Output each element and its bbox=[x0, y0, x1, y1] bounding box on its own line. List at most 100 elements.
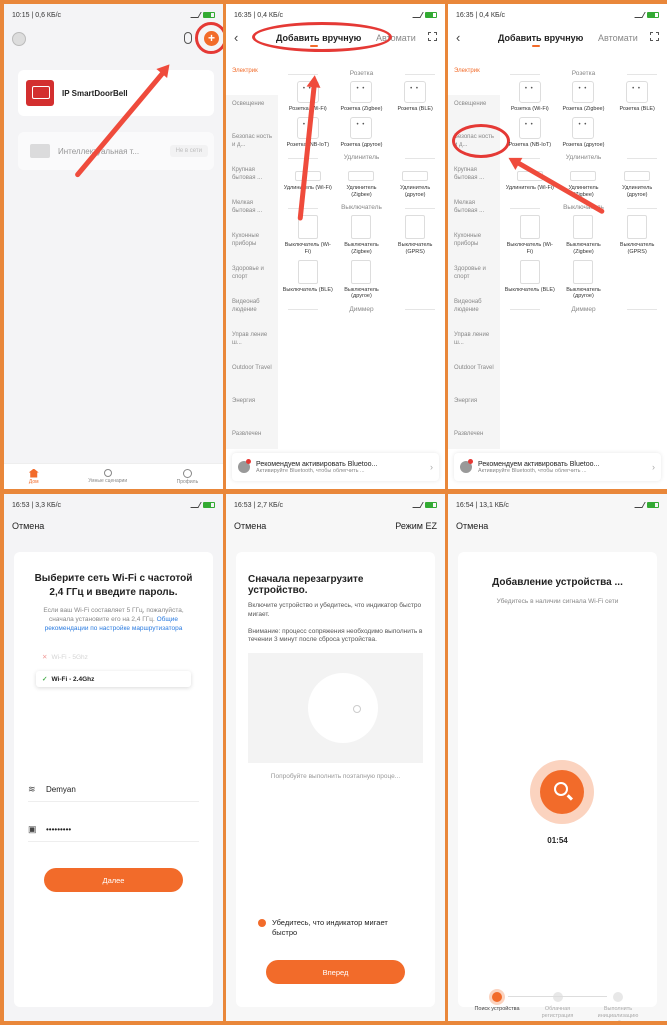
bluetooth-recommendation[interactable]: Рекомендуем активировать Bluetoo... Акти… bbox=[454, 453, 661, 481]
led-indicator bbox=[353, 705, 361, 714]
category-item[interactable]: Энергия bbox=[226, 392, 278, 425]
category-item[interactable]: Здоровье и спорт bbox=[448, 260, 500, 293]
status-bar: 16:54 | 13,1 КБ/с bbox=[448, 494, 667, 516]
device-tile[interactable]: Выключатель (другое) bbox=[336, 259, 388, 300]
tab-add-manual[interactable]: Добавить вручную bbox=[498, 33, 583, 47]
section-header: Удлинитель bbox=[504, 154, 663, 161]
step-guide-link[interactable]: Попробуйте выполнить поэтапную проце... bbox=[236, 773, 435, 780]
device-tile[interactable]: Розетка (Zigbee) bbox=[558, 81, 610, 113]
scan-icon[interactable] bbox=[650, 32, 659, 41]
nav-scenes[interactable]: Умные сценарии bbox=[88, 469, 127, 484]
category-item[interactable]: Outdoor Travel bbox=[226, 359, 278, 392]
panel-add-manual: 16:35 | 0,4 КБ/с ‹ Добавить вручную Авто… bbox=[226, 4, 445, 489]
device-tile[interactable]: Выключатель (GPRS) bbox=[389, 215, 441, 255]
cancel-button[interactable]: Отмена bbox=[234, 521, 266, 531]
confirm-checkbox[interactable]: Убедитесь, что индикатор мигает быстро bbox=[258, 918, 413, 938]
wifi-5ghz-row: ✕ Wi-Fi - 5Ghz bbox=[36, 649, 191, 666]
status-time: 16:53 | 3,3 КБ/с bbox=[12, 501, 62, 509]
power-strip-icon bbox=[570, 171, 597, 182]
device-tile[interactable]: Выключатель (Wi-Fi) bbox=[282, 215, 334, 255]
category-item[interactable]: Освещение bbox=[226, 95, 278, 128]
wifi-password-field[interactable]: ▣ ••••••••• bbox=[28, 818, 199, 842]
device-tile[interactable]: Удлинитель (другое) bbox=[389, 165, 441, 198]
device-tile[interactable]: Выключатель (GPRS) bbox=[611, 215, 663, 255]
device-tile[interactable]: Розетка (другое) bbox=[558, 116, 610, 149]
device-tile[interactable]: Розетка (другое) bbox=[336, 116, 388, 149]
category-item[interactable]: Мелкая бытовая ... bbox=[448, 194, 500, 227]
mode-switch[interactable]: Режим EZ bbox=[395, 521, 437, 531]
category-item[interactable]: Электрик bbox=[226, 62, 278, 95]
device-tile[interactable]: Удлинитель (Wi-Fi) bbox=[282, 165, 334, 198]
back-arrow-icon[interactable]: ‹ bbox=[234, 30, 238, 45]
device-tile[interactable]: Розетка (BLE) bbox=[389, 81, 441, 113]
sun-icon bbox=[103, 469, 112, 477]
device-tile[interactable]: Удлинитель (Zigbee) bbox=[336, 165, 388, 198]
battery-icon bbox=[425, 502, 437, 508]
reset-card: Сначала перезагрузите устройство. Включи… bbox=[236, 552, 435, 1007]
device-tile[interactable]: Выключатель (BLE) bbox=[504, 259, 556, 300]
adding-topnav: Отмена bbox=[448, 516, 667, 536]
socket-icon bbox=[572, 116, 595, 139]
instruction-text: Включите устройство и убедитесь, что инд… bbox=[248, 602, 422, 618]
category-item[interactable]: Видеонаб людение bbox=[448, 293, 500, 326]
device-tile[interactable]: Выключатель (другое) bbox=[558, 259, 610, 300]
switch-icon bbox=[351, 215, 372, 240]
panel-adding-device: 16:54 | 13,1 КБ/с Отмена Добавление устр… bbox=[448, 494, 667, 1021]
wifi-illustration: ✕ Wi-Fi - 5Ghz ✓ Wi-Fi - 2.4Ghz bbox=[36, 647, 191, 717]
page-title: Сначала перезагрузите устройство. bbox=[248, 574, 364, 596]
switch-icon bbox=[519, 259, 540, 284]
device-tile[interactable]: Выключатель (BLE) bbox=[282, 259, 334, 300]
tab-auto-scan[interactable]: Автомати bbox=[598, 33, 638, 43]
category-item[interactable]: Управ ление ш... bbox=[448, 326, 500, 359]
category-sidebar: Электрик Освещение Безопас ность и д... … bbox=[226, 62, 278, 449]
category-item[interactable]: Outdoor Travel bbox=[448, 359, 500, 392]
category-item[interactable]: Энергия bbox=[448, 392, 500, 425]
nav-profile[interactable]: Профиль bbox=[177, 468, 198, 485]
annotation-circle bbox=[195, 22, 223, 54]
socket-icon bbox=[626, 81, 649, 103]
category-item[interactable]: Здоровье и спорт bbox=[226, 260, 278, 293]
device-tile[interactable]: Выключатель (Zigbee) bbox=[558, 215, 610, 255]
wifi-topnav: Отмена bbox=[4, 516, 223, 536]
device-tile[interactable]: Выключатель (Wi-Fi) bbox=[504, 215, 556, 255]
cancel-button[interactable]: Отмена bbox=[456, 521, 488, 531]
wifi-icon: ≋ bbox=[28, 784, 36, 794]
category-item[interactable]: Управ ление ш... bbox=[226, 326, 278, 359]
cancel-button[interactable]: Отмена bbox=[12, 521, 44, 531]
check-icon: ✓ bbox=[42, 676, 48, 684]
battery-icon bbox=[203, 12, 215, 18]
device-card-offline[interactable]: Интеллектуальная т... Не в сети bbox=[18, 132, 214, 170]
next-button[interactable]: Далее bbox=[44, 868, 183, 892]
device-tile[interactable]: Розетка (Zigbee) bbox=[336, 81, 388, 113]
category-item[interactable]: Освещение bbox=[448, 95, 500, 128]
home-topbar: + bbox=[4, 22, 223, 54]
cross-icon: ✕ bbox=[42, 654, 48, 662]
nav-home[interactable]: Дом bbox=[28, 468, 39, 485]
device-tile[interactable]: Удлинитель (другое) bbox=[611, 165, 663, 198]
device-catalog: Розетка Розетка (Wi-Fi) Розетка (Zigbee)… bbox=[504, 66, 663, 317]
back-arrow-icon[interactable]: ‹ bbox=[456, 30, 460, 45]
scan-icon[interactable] bbox=[428, 32, 437, 41]
wifi-ssid-field[interactable]: ≋ Demyan bbox=[28, 778, 199, 802]
category-item[interactable]: Видеонаб людение bbox=[226, 293, 278, 326]
forward-button[interactable]: Вперед bbox=[266, 960, 405, 984]
category-item[interactable]: Мелкая бытовая ... bbox=[226, 194, 278, 227]
category-item[interactable]: Кухонные приборы bbox=[448, 227, 500, 260]
device-card-doorbell[interactable]: IP SmartDoorBell bbox=[18, 70, 214, 116]
device-tile[interactable]: Розетка (BLE) bbox=[611, 81, 663, 113]
category-item[interactable]: Электрик bbox=[448, 62, 500, 95]
bluetooth-recommendation[interactable]: Рекомендуем активировать Bluetoo... Акти… bbox=[232, 453, 439, 481]
battery-icon bbox=[647, 12, 659, 18]
category-item[interactable]: Безопас ность и д... bbox=[226, 128, 278, 161]
annotation-circle bbox=[252, 22, 392, 52]
category-item[interactable]: Кухонные приборы bbox=[226, 227, 278, 260]
device-tile[interactable]: Розетка (Wi-Fi) bbox=[504, 81, 556, 113]
category-item[interactable]: Крупная бытовая ... bbox=[448, 161, 500, 194]
avatar[interactable] bbox=[12, 32, 26, 46]
category-item[interactable]: Крупная бытовая ... bbox=[226, 161, 278, 194]
device-tile[interactable]: Розетка (NB-IoT) bbox=[504, 116, 556, 149]
adding-card: Добавление устройства ... Убедитесь в на… bbox=[458, 552, 657, 1021]
add-device-header: ‹ Добавить вручную Автомати bbox=[448, 26, 667, 50]
microphone-icon[interactable] bbox=[184, 32, 192, 44]
device-tile[interactable]: Выключатель (Zigbee) bbox=[336, 215, 388, 255]
